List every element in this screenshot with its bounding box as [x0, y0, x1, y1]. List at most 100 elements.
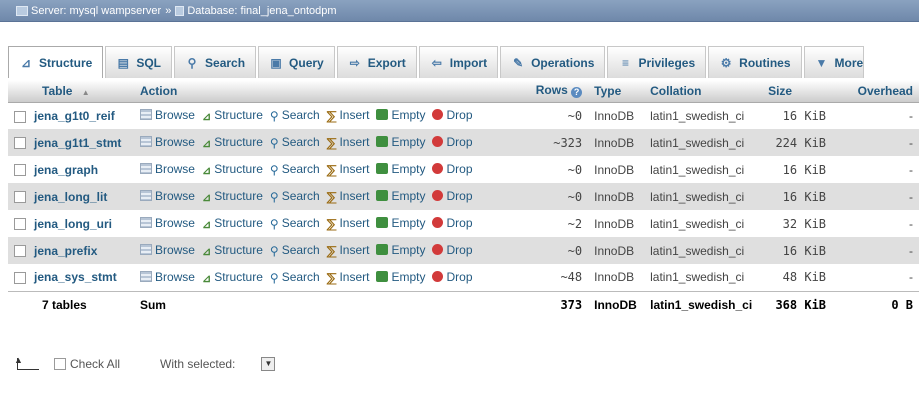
structure-action[interactable]: ⊿ Structure	[202, 108, 263, 123]
browse-action[interactable]: Browse	[139, 162, 195, 176]
table-name-link[interactable]: jena_graph	[34, 163, 98, 177]
column-header-table[interactable]: Table ▲	[8, 80, 134, 103]
with-selected-dropdown[interactable]: ▼	[261, 357, 276, 371]
table-row[interactable]: jena_prefix Browse ⊿ Structure ⚲ Search ⅀ Inser…	[8, 237, 919, 264]
search-action[interactable]: ⚲ Search	[270, 189, 320, 204]
structure-action[interactable]: ⊿ Structure	[202, 243, 263, 258]
column-header-overhead[interactable]: Overhead	[832, 80, 919, 103]
table-name-link[interactable]: jena_long_uri	[34, 217, 112, 231]
search-icon: ⚲	[269, 163, 279, 177]
structure-action[interactable]: ⊿ Structure	[202, 135, 263, 150]
help-icon[interactable]: ?	[571, 87, 583, 99]
drop-icon	[432, 190, 444, 201]
row-checkbox[interactable]	[14, 218, 26, 231]
structure-action[interactable]: ⊿ Structure	[202, 189, 263, 204]
drop-action[interactable]: Drop	[432, 270, 473, 284]
table-name-link[interactable]: jena_g1t0_reif	[34, 109, 115, 123]
row-checkbox[interactable]	[14, 137, 26, 150]
tab-operations[interactable]: ✎ Operations	[500, 46, 606, 78]
header-label: Rows	[535, 83, 568, 98]
check-all-checkbox[interactable]	[54, 358, 66, 370]
table-row[interactable]: jena_long_uri Browse ⊿ Structure ⚲ Search ⅀ Ins…	[8, 210, 919, 237]
tab-more[interactable]: ▼ More	[803, 46, 865, 78]
action-label: Empty	[391, 189, 426, 203]
table-row[interactable]: jena_graph Browse ⊿ Structure ⚲ Search ⅀ Insert…	[8, 156, 919, 183]
column-header-type[interactable]: Type	[588, 80, 645, 103]
tab-search[interactable]: ⚲ Search	[174, 46, 257, 78]
tab-structure[interactable]: ⊿ Structure	[8, 46, 104, 78]
insert-action[interactable]: ⅀ Insert	[327, 216, 370, 231]
drop-action[interactable]: Drop	[432, 162, 473, 176]
action-label: Drop	[446, 135, 473, 149]
column-header-rows[interactable]: Rows ?	[529, 80, 589, 103]
insert-action[interactable]: ⅀ Insert	[326, 108, 370, 124]
structure-action[interactable]: ⊿ Structure	[202, 216, 263, 231]
tab-sql[interactable]: ▤ SQL	[105, 46, 173, 78]
tab-routines[interactable]: ⚙ Routines	[708, 46, 802, 78]
search-action[interactable]: ⚲ Search	[269, 216, 320, 231]
empty-action[interactable]: Empty	[376, 270, 425, 284]
browse-action[interactable]: Browse	[139, 270, 195, 284]
browse-action[interactable]: Browse	[139, 135, 195, 149]
empty-action[interactable]: Empty	[376, 189, 425, 203]
drop-action[interactable]: Drop	[432, 243, 473, 257]
insert-action[interactable]: ⅀ Insert	[327, 243, 370, 258]
empty-action[interactable]: Empty	[376, 135, 425, 149]
empty-action[interactable]: Empty	[376, 243, 425, 257]
breadcrumb-database[interactable]: Database: final_jena_ontodpm	[187, 5, 336, 17]
insert-action[interactable]: ⅀ Insert	[327, 135, 370, 150]
insert-action[interactable]: ⅀ Insert	[327, 189, 370, 204]
overhead: -	[832, 210, 919, 237]
drop-action[interactable]: Drop	[432, 108, 473, 122]
search-action[interactable]: ⚲ Search	[270, 135, 320, 150]
tab-import[interactable]: ⇦ Import	[418, 46, 499, 78]
table-row[interactable]: jena_g1t1_stmt Browse ⊿ Structure ⚲ Search ⅀ In…	[8, 129, 919, 156]
breadcrumb-server[interactable]: Server: mysql wampserver	[31, 5, 161, 17]
structure-action[interactable]: ⊿ Structure	[202, 162, 263, 177]
tab-privileges[interactable]: ≡ Privileges	[607, 46, 707, 78]
drop-action[interactable]: Drop	[432, 135, 473, 149]
row-checkbox[interactable]	[14, 164, 26, 177]
browse-action[interactable]: Browse	[139, 108, 195, 122]
browse-action[interactable]: Browse	[139, 189, 195, 203]
tab-query[interactable]: ▣ Query	[258, 46, 335, 78]
check-all-label[interactable]: Check All	[70, 357, 120, 371]
browse-action[interactable]: Browse	[139, 216, 195, 230]
insert-icon: ⅀	[326, 163, 337, 177]
insert-icon: ⅀	[326, 109, 337, 124]
table-size: 16 KiB	[762, 237, 833, 264]
row-checkbox[interactable]	[14, 191, 26, 204]
row-checkbox[interactable]	[14, 245, 26, 258]
drop-action[interactable]: Drop	[432, 189, 473, 203]
search-action[interactable]: ⚲ Search	[270, 108, 320, 123]
action-label: Structure	[214, 135, 263, 149]
table-row[interactable]: jena_sys_stmt Browse ⊿ Structure ⚲ Search ⅀ Ins…	[8, 264, 919, 291]
tab-export[interactable]: ⇨ Export	[336, 46, 417, 78]
insert-action[interactable]: ⅀ Insert	[327, 270, 370, 285]
search-action[interactable]: ⚲ Search	[270, 270, 320, 285]
row-checkbox[interactable]	[14, 110, 26, 123]
column-header-size[interactable]: Size	[762, 80, 833, 103]
empty-action[interactable]: Empty	[376, 162, 425, 176]
table-row[interactable]: jena_long_lit Browse ⊿ Structure ⚲ Search ⅀ Ins…	[8, 183, 919, 210]
browse-action[interactable]: Browse	[139, 243, 195, 257]
empty-action[interactable]: Empty	[376, 216, 425, 230]
structure-action[interactable]: ⊿ Structure	[202, 270, 263, 285]
table-name-link[interactable]: jena_prefix	[34, 244, 97, 258]
action-label: Insert	[339, 135, 370, 149]
row-checkbox[interactable]	[14, 272, 26, 285]
insert-action[interactable]: ⅀ Insert	[326, 162, 370, 177]
table-row[interactable]: jena_g1t0_reif Browse ⊿ Structure ⚲ Search ⅀ In…	[8, 102, 919, 129]
search-action[interactable]: ⚲ Search	[270, 243, 320, 258]
search-icon: ⚲	[269, 217, 279, 231]
column-header-collation[interactable]: Collation	[644, 80, 763, 103]
empty-action[interactable]: Empty	[376, 108, 425, 122]
search-action[interactable]: ⚲ Search	[269, 162, 320, 177]
table-name-link[interactable]: jena_long_lit	[34, 190, 107, 204]
table-name-link[interactable]: jena_g1t1_stmt	[34, 136, 121, 150]
engine-type: InnoDB	[588, 264, 645, 291]
table-name-link[interactable]: jena_sys_stmt	[34, 270, 117, 284]
drop-action[interactable]: Drop	[432, 216, 473, 230]
row-actions: Browse ⊿ Structure ⚲ Search ⅀ Insert Empty Drop	[133, 237, 530, 264]
tab-label: Operations	[531, 55, 595, 70]
